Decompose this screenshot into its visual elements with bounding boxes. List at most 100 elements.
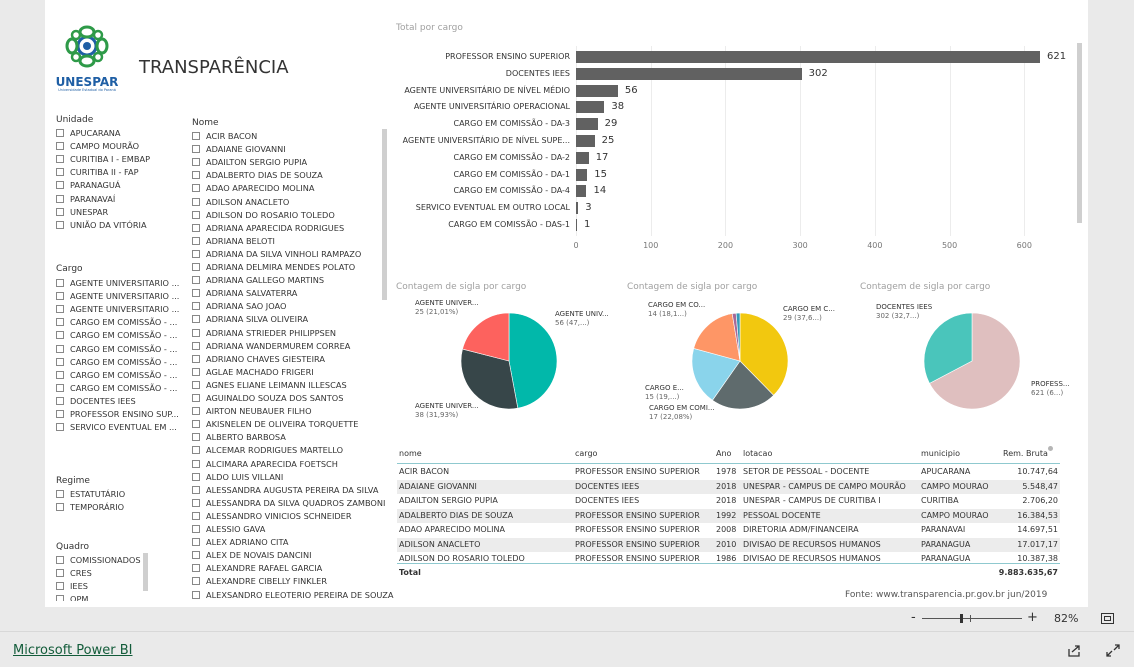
bar-chart-bar[interactable] [576, 101, 605, 114]
table-header[interactable]: cargo [575, 449, 597, 458]
nome-item[interactable]: ADRIANA SAO JOAO [192, 301, 286, 311]
checkbox[interactable] [192, 276, 200, 285]
checkbox[interactable] [192, 302, 200, 311]
table-scroll-indicator[interactable] [1048, 446, 1053, 451]
bar-chart-bar[interactable] [576, 135, 595, 147]
checkbox[interactable] [192, 564, 200, 573]
nome-item[interactable]: ADRIANA WANDERMUREM CORREA [192, 341, 350, 351]
checkbox[interactable] [56, 194, 64, 203]
nome-item[interactable]: ADRIANO CHAVES GIESTEIRA [192, 354, 325, 364]
pie-slice[interactable] [508, 312, 558, 409]
nome-item[interactable]: ADRIANA DELMIRA MENDES POLATO [192, 262, 355, 272]
checkbox[interactable] [56, 181, 64, 190]
pie-chart-2[interactable] [680, 301, 800, 421]
checkbox[interactable] [192, 380, 200, 389]
regime-item[interactable]: TEMPORÁRIO [56, 502, 124, 512]
checkbox[interactable] [192, 551, 200, 560]
checkbox[interactable] [56, 396, 64, 405]
checkbox[interactable] [192, 590, 200, 599]
bar-chart-bar[interactable] [576, 202, 579, 215]
nome-item[interactable]: AGUINALDO SOUZA DOS SANTOS [192, 393, 343, 403]
checkbox[interactable] [56, 556, 64, 564]
checkbox[interactable] [56, 595, 64, 601]
cargo-item[interactable]: DOCENTES IEES [56, 396, 136, 406]
bar-chart-bar[interactable] [576, 185, 587, 198]
nome-item[interactable]: ALESSANDRA AUGUSTA PEREIRA DA SILVA [192, 485, 378, 495]
checkbox[interactable] [192, 171, 200, 180]
checkbox[interactable] [56, 490, 64, 498]
checkbox[interactable] [56, 344, 64, 353]
nome-item[interactable]: ACIR BACON [192, 131, 257, 141]
checkbox[interactable] [192, 394, 200, 402]
checkbox[interactable] [56, 318, 64, 327]
table-header[interactable]: lotacao [743, 449, 772, 458]
checkbox[interactable] [192, 538, 200, 547]
nome-item[interactable]: ADALBERTO DIAS DE SOUZA [192, 170, 323, 180]
unidade-item[interactable]: APUCARANA [56, 128, 121, 138]
nome-item[interactable]: ADRIANA STRIEDER PHILIPPSEN [192, 328, 336, 338]
checkbox[interactable] [56, 503, 64, 511]
checkbox[interactable] [192, 577, 200, 586]
nome-item[interactable]: ADILSON ANACLETO [192, 197, 289, 207]
checkbox[interactable] [192, 511, 200, 520]
checkbox[interactable] [192, 341, 200, 350]
quadro-item[interactable]: IEES [56, 581, 88, 591]
nome-item[interactable]: ALEX DE NOVAIS DANCINI [192, 550, 312, 560]
bar-chart-scrollbar[interactable] [1077, 43, 1082, 223]
nome-item[interactable]: ALESSIO GAVA [192, 524, 265, 534]
nome-item[interactable]: ADRIANA DA SILVA VINHOLI RAMPAZO [192, 249, 361, 259]
table-header[interactable]: municipio [921, 449, 960, 458]
checkbox[interactable] [192, 367, 200, 376]
checkbox[interactable] [56, 357, 64, 366]
nome-item[interactable]: ALESSANDRA DA SILVA QUADROS ZAMBONI [192, 498, 385, 508]
quadro-item[interactable]: COMISSIONADOS [56, 555, 141, 565]
unidade-item[interactable]: PARANAGUÁ [56, 180, 121, 190]
nome-item[interactable]: ADRIANA SALVATERRA [192, 288, 297, 298]
fit-to-page-icon[interactable] [1101, 613, 1114, 624]
checkbox[interactable] [192, 420, 200, 429]
checkbox[interactable] [56, 423, 64, 432]
bar-chart-bar[interactable] [576, 219, 577, 231]
quadro-scrollbar[interactable] [143, 553, 148, 591]
checkbox[interactable] [56, 305, 64, 314]
nome-scrollbar[interactable] [382, 129, 387, 300]
fullscreen-icon[interactable] [1106, 644, 1120, 657]
checkbox[interactable] [192, 145, 200, 154]
regime-item[interactable]: ESTATUTÁRIO [56, 489, 125, 499]
quadro-item[interactable]: CRES [56, 568, 92, 578]
cargo-item[interactable]: AGENTE UNIVERSITARIO ... [56, 278, 179, 288]
checkbox[interactable] [56, 582, 64, 590]
cargo-item[interactable]: CARGO EM COMISSÃO - ... [56, 370, 177, 380]
checkbox[interactable] [192, 315, 200, 324]
nome-item[interactable]: ALDO LUIS VILLANI [192, 472, 283, 482]
checkbox[interactable] [56, 279, 64, 287]
unidade-item[interactable]: CURITIBA I - EMBAP [56, 154, 150, 164]
cargo-item[interactable]: CARGO EM COMISSÃO - ... [56, 357, 177, 367]
nome-item[interactable]: ADILSON DO ROSARIO TOLEDO [192, 210, 335, 220]
cargo-item[interactable]: CARGO EM COMISSÃO - ... [56, 344, 177, 354]
nome-item[interactable]: ALESSANDRO VINICIOS SCHNEIDER [192, 511, 352, 521]
checkbox[interactable] [192, 328, 200, 337]
checkbox[interactable] [192, 498, 200, 507]
nome-item[interactable]: ALEXSANDRO ELEOTERIO PEREIRA DE SOUZA [192, 590, 393, 600]
nome-item[interactable]: ADAILTON SERGIO PUPIA [192, 157, 307, 167]
checkbox[interactable] [192, 472, 200, 481]
checkbox[interactable] [192, 459, 200, 468]
checkbox[interactable] [192, 197, 200, 206]
checkbox[interactable] [192, 236, 200, 245]
bar-chart-bar[interactable] [576, 151, 589, 164]
checkbox[interactable] [56, 129, 64, 137]
cargo-item[interactable]: AGENTE UNIVERSITARIO ... [56, 304, 179, 314]
bar-chart-bar[interactable] [576, 118, 598, 131]
checkbox[interactable] [192, 184, 200, 193]
nome-item[interactable]: AKISNELEN DE OLIVEIRA TORQUETTE [192, 419, 358, 429]
checkbox[interactable] [192, 446, 200, 455]
checkbox[interactable] [192, 525, 200, 533]
table-header[interactable]: Ano [716, 449, 731, 458]
nome-item[interactable]: ADRIANA GALLEGO MARTINS [192, 275, 324, 285]
unidade-item[interactable]: UNIÃO DA VITÓRIA [56, 220, 147, 230]
checkbox[interactable] [192, 289, 200, 298]
bar-chart-bar[interactable] [576, 51, 1040, 63]
checkbox[interactable] [56, 220, 64, 229]
checkbox[interactable] [192, 210, 200, 219]
